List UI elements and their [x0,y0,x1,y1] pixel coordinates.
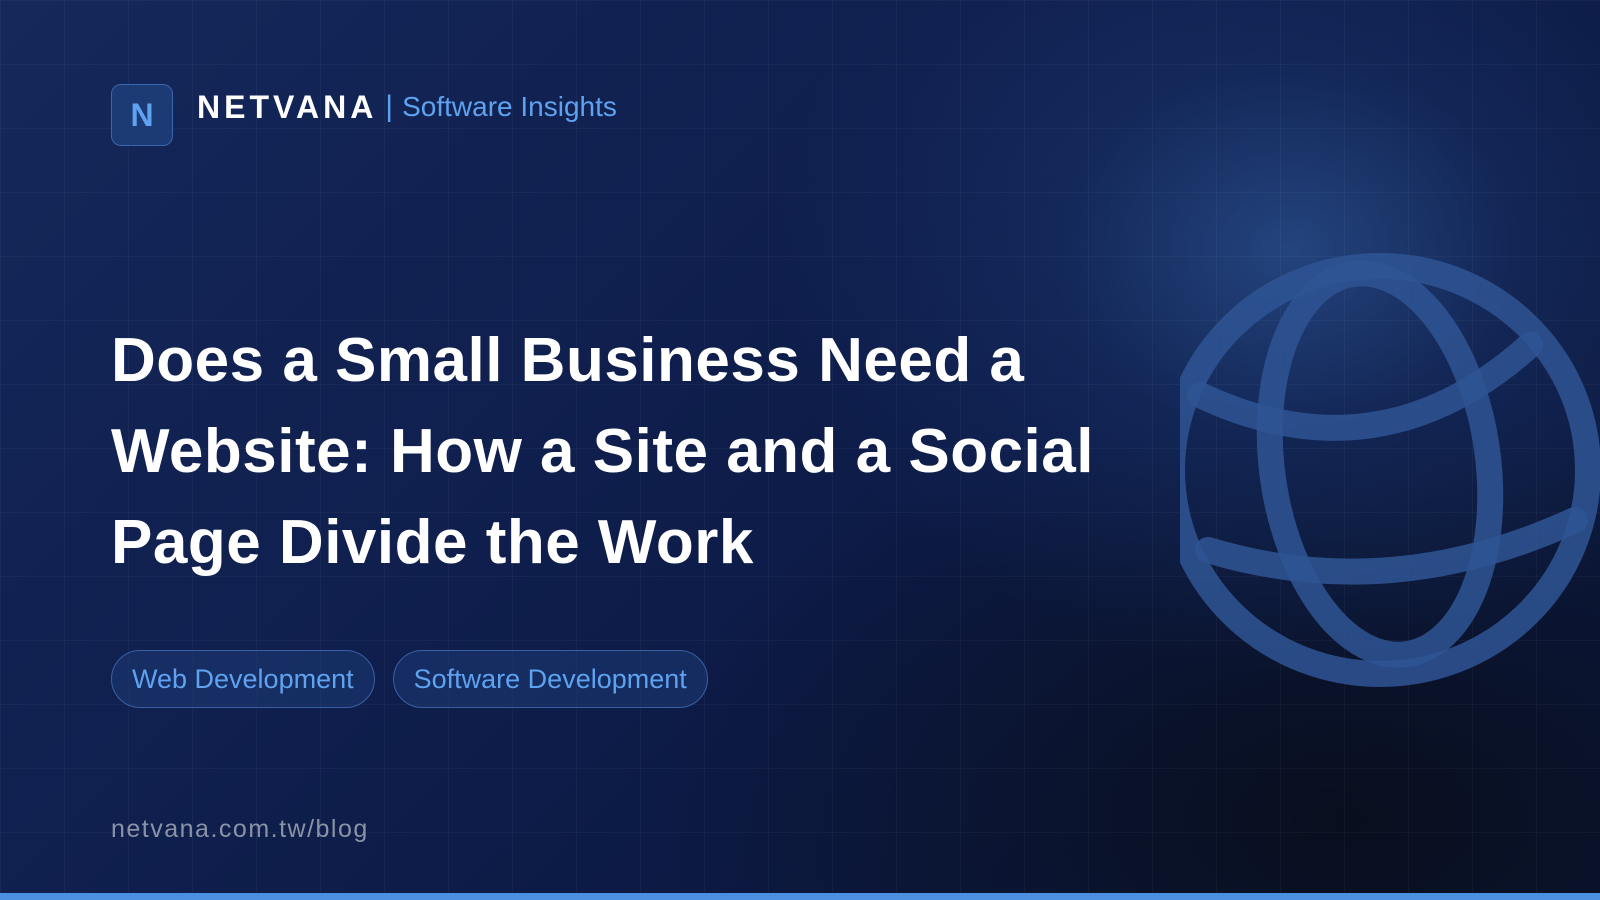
brand-name: NETVANA [197,88,378,125]
brand-subtitle: Software Insights [402,91,617,122]
tag-web-development[interactable]: Web Development [111,650,375,708]
bottom-accent-bar [0,893,1600,900]
globe-icon [1180,253,1600,687]
blog-url: netvana.com.tw/blog [111,815,369,843]
brand-separator: | [385,90,394,123]
tag-software-development[interactable]: Software Development [392,650,708,708]
logo-letter: N [130,96,154,133]
logo: N [111,84,173,146]
tag-list: Web Development Software Development [111,650,708,708]
page-title: Does a Small Business Need a Website: Ho… [111,326,1094,577]
brand-header: NETVANA | Software Insights [197,87,617,127]
